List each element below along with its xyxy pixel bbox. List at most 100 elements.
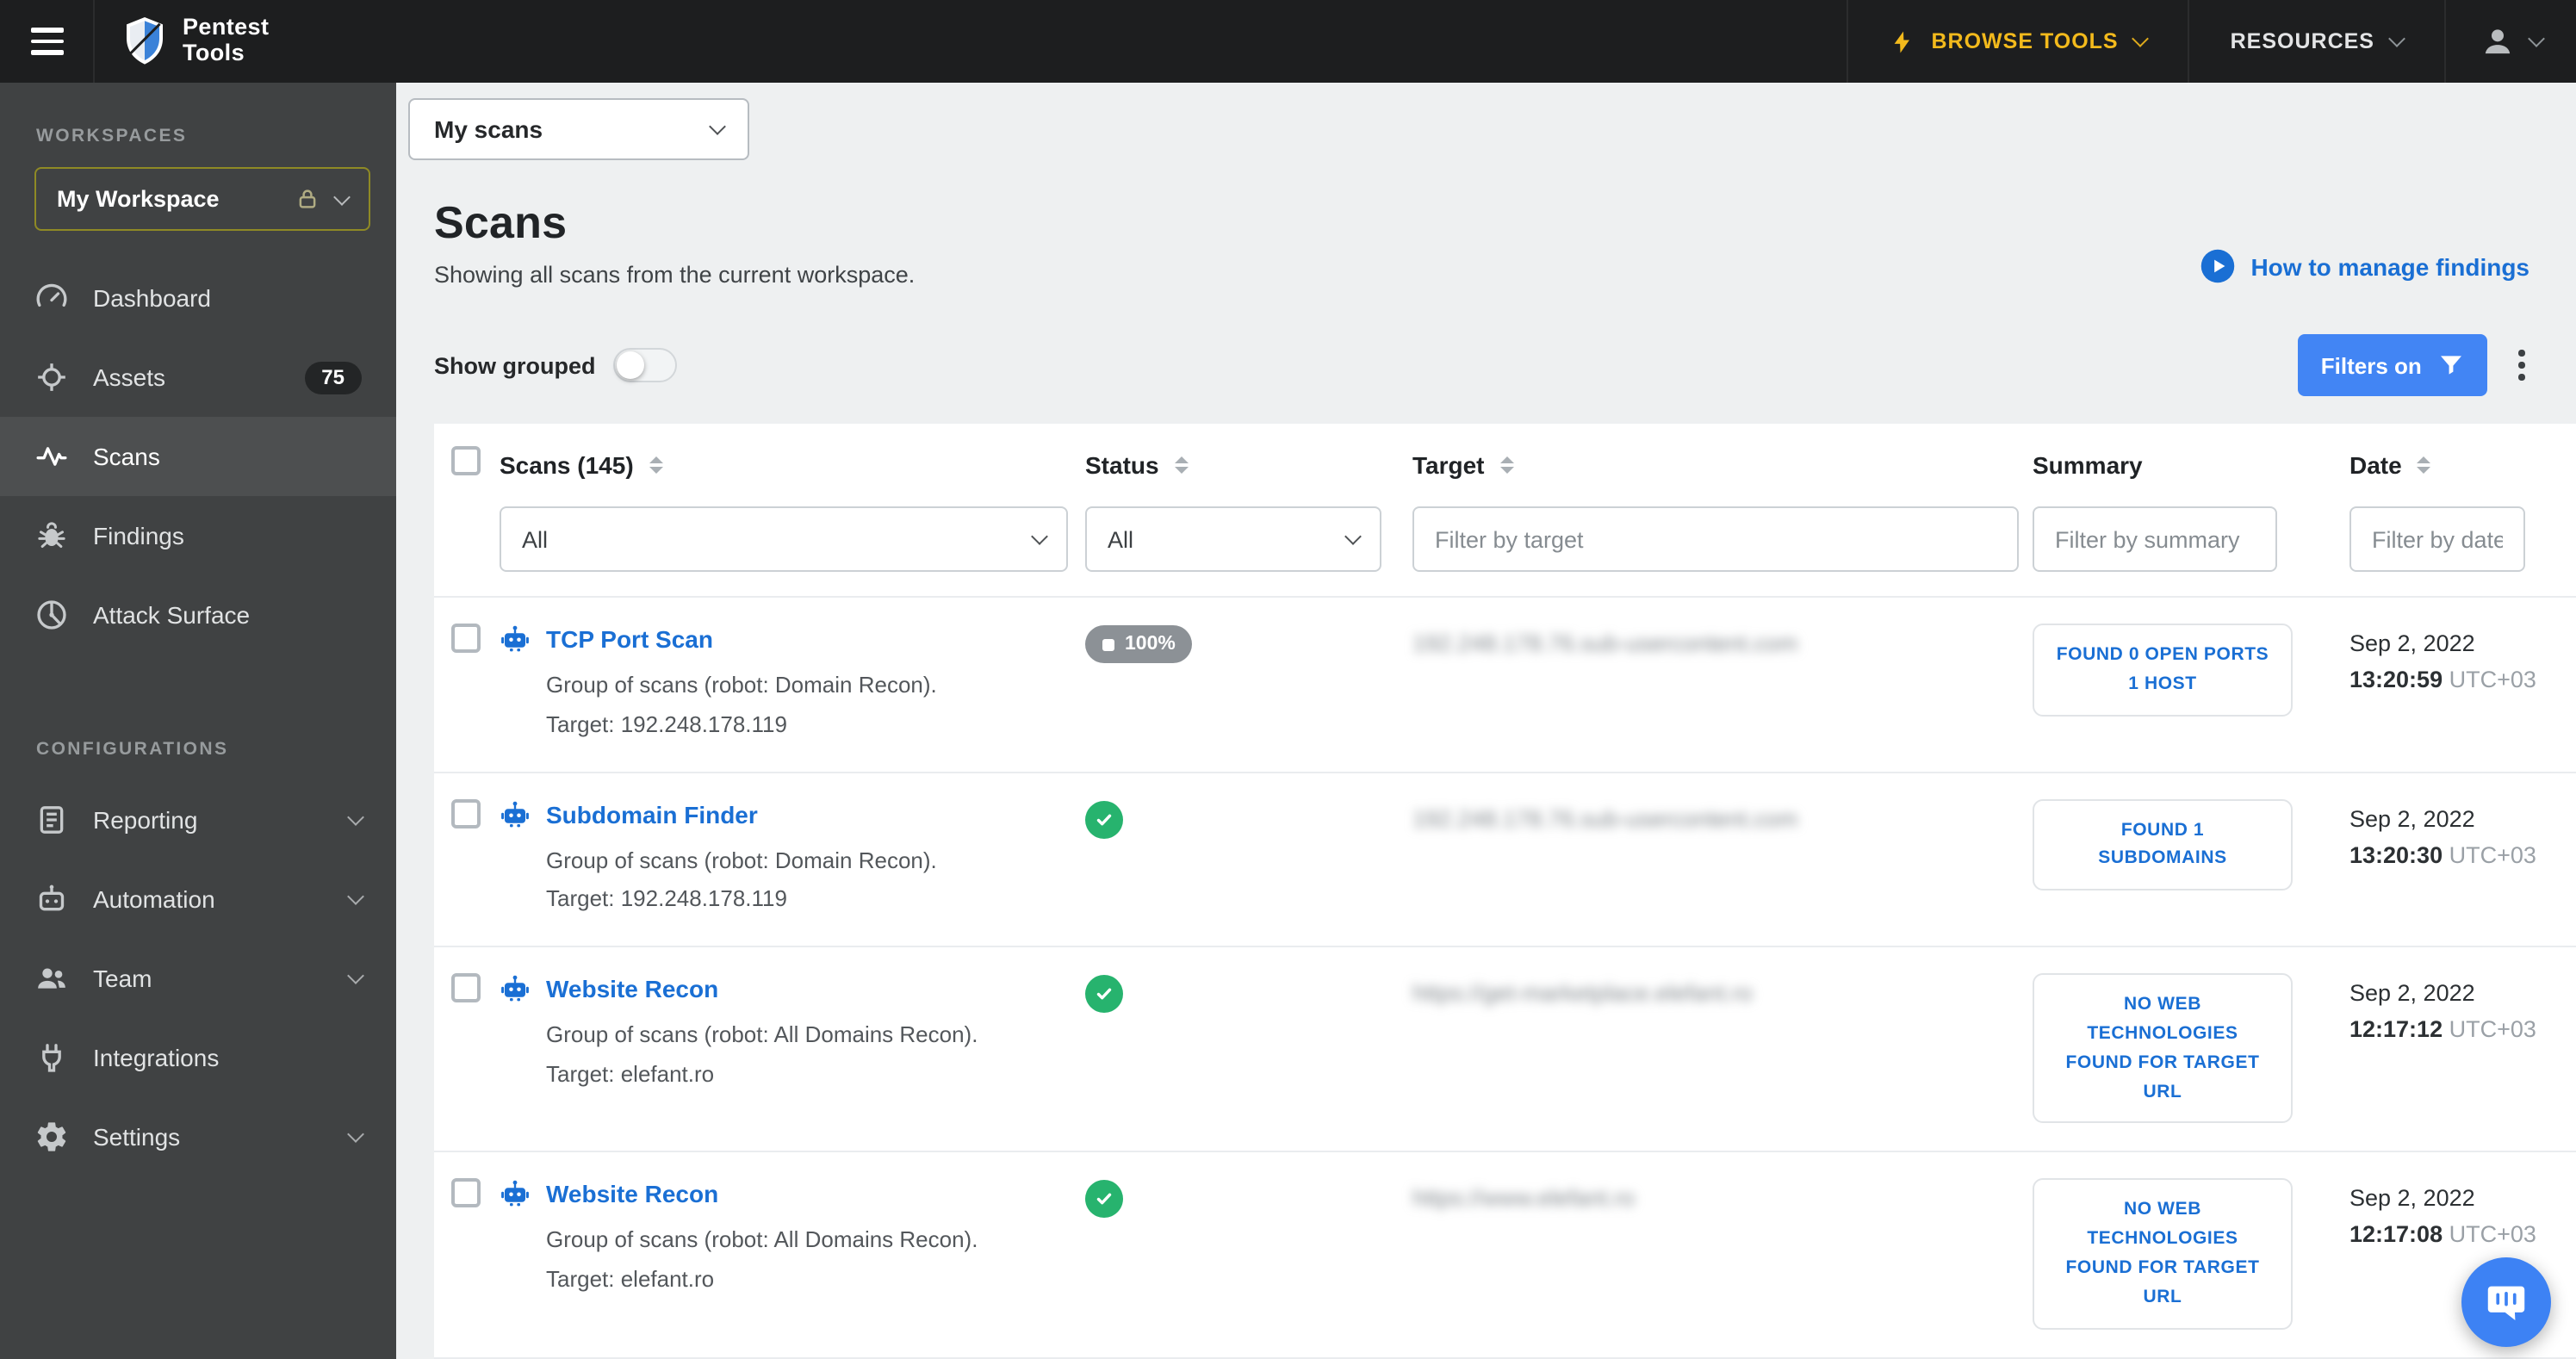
how-to-manage-findings-link[interactable]: How to manage findings <box>2199 248 2529 284</box>
scan-type-filter-value: All <box>522 526 549 552</box>
summary-filter-input[interactable] <box>2033 506 2277 572</box>
status-filter-select[interactable]: All <box>1085 506 1381 572</box>
shield-logo-icon <box>127 17 163 65</box>
scan-scope-dropdown[interactable]: My scans <box>408 98 749 160</box>
sidebar-item-settings[interactable]: Settings <box>0 1097 396 1176</box>
time-text: 12:17:08 <box>2349 1221 2443 1248</box>
scans-table: Scans (145) Status Target Summary Date A… <box>434 424 2576 1359</box>
scan-name-link[interactable]: Website Recon <box>546 975 718 1002</box>
check-icon <box>1096 1194 1112 1206</box>
sidebar-item-findings[interactable]: Findings <box>0 496 396 575</box>
filters-button-label: Filters on <box>2320 352 2422 378</box>
hamburger-menu-icon[interactable] <box>0 0 95 83</box>
report-icon <box>40 806 64 834</box>
account-menu[interactable] <box>2443 0 2576 83</box>
sort-icon <box>2417 456 2431 475</box>
summary-box: NO WEB TECHNOLOGIES FOUND FOR TARGET URL <box>2033 1178 2293 1330</box>
chevron-down-icon <box>2387 30 2405 47</box>
scan-description: Group of scans (robot: All Domains Recon… <box>546 1021 978 1048</box>
chevron-down-icon <box>2527 30 2544 47</box>
column-header-target[interactable]: Target <box>1412 451 2033 479</box>
column-header-scans[interactable]: Scans (145) <box>500 451 1085 479</box>
check-icon <box>1096 988 1112 1000</box>
chevron-down-icon <box>347 809 364 826</box>
row-checkbox[interactable] <box>451 624 481 653</box>
sidebar-item-attack-surface[interactable]: Attack Surface <box>0 575 396 655</box>
stop-square-icon <box>1102 638 1114 650</box>
sidebar-item-team[interactable]: Team <box>0 939 396 1018</box>
app: Pentest Tools BROWSE TOOLS RESOURCES WOR… <box>0 0 2576 1359</box>
status-success-badge <box>1085 800 1123 839</box>
select-all-checkbox[interactable] <box>451 446 481 475</box>
sort-icon <box>1499 456 1514 475</box>
summary-box: NO WEB TECHNOLOGIES FOUND FOR TARGET URL <box>2033 973 2293 1124</box>
robot-group-icon <box>501 800 529 827</box>
scan-target-line: Target: elefant.ro <box>546 1060 715 1087</box>
date-text: Sep 2, 2022 <box>2349 1185 2475 1212</box>
show-grouped-toggle[interactable] <box>612 348 677 382</box>
sidebar-item-label: Attack Surface <box>93 601 251 629</box>
radar-icon <box>37 600 66 630</box>
robot-icon <box>39 884 65 911</box>
chevron-down-icon <box>1031 528 1048 545</box>
sort-icon <box>649 456 663 475</box>
sidebar-item-assets[interactable]: Assets 75 <box>0 338 396 417</box>
sidebar-item-reporting[interactable]: Reporting <box>0 780 396 859</box>
column-header-status[interactable]: Status <box>1085 451 1412 479</box>
workspace-selector[interactable]: My Workspace <box>34 167 370 231</box>
scan-target-line: Target: 192.248.178.119 <box>546 885 787 912</box>
page-title: Scans <box>434 196 568 248</box>
scan-target-line: Target: 192.248.178.119 <box>546 711 787 737</box>
plug-icon <box>42 1044 61 1072</box>
time-text: 13:20:30 <box>2349 841 2443 868</box>
robot-group-icon <box>501 1181 529 1207</box>
chat-widget-button[interactable] <box>2461 1257 2550 1347</box>
assets-count-badge: 75 <box>304 361 362 394</box>
timezone-text: UTC+03 <box>2449 1221 2536 1248</box>
column-header-label: Target <box>1412 451 1485 479</box>
team-icon <box>38 968 65 989</box>
column-header-label: Status <box>1085 451 1159 479</box>
resources-menu[interactable]: RESOURCES <box>2187 0 2443 83</box>
sidebar-item-label: Team <box>93 965 152 992</box>
date-filter-input[interactable] <box>2349 506 2525 572</box>
scan-type-filter-select[interactable]: All <box>500 506 1068 572</box>
scan-name-link[interactable]: Website Recon <box>546 1181 718 1208</box>
timezone-text: UTC+03 <box>2449 841 2536 868</box>
target-filter-input[interactable] <box>1412 506 2019 572</box>
sidebar-item-label: Automation <box>93 885 215 913</box>
column-header-date[interactable]: Date <box>2349 451 2576 479</box>
pulse-icon <box>36 447 67 466</box>
sidebar-item-label: Findings <box>93 522 184 549</box>
logo-text: Pentest Tools <box>183 14 270 65</box>
browse-tools-menu[interactable]: BROWSE TOOLS <box>1847 0 2188 83</box>
more-options-icon[interactable] <box>2511 342 2531 388</box>
row-checkbox[interactable] <box>451 1178 481 1208</box>
status-success-badge <box>1085 1180 1123 1219</box>
row-checkbox[interactable] <box>451 798 481 828</box>
row-checkbox[interactable] <box>451 973 481 1003</box>
sidebar-item-label: Reporting <box>93 806 198 834</box>
logo[interactable]: Pentest Tools <box>95 0 296 83</box>
table-row: Website Recon Group of scans (robot: All… <box>434 1151 2576 1356</box>
timezone-text: UTC+03 <box>2449 1016 2536 1043</box>
filters-button[interactable]: Filters on <box>2298 334 2487 396</box>
sidebar-item-automation[interactable]: Automation <box>0 859 396 939</box>
time-text: 13:20:59 <box>2349 666 2443 692</box>
time-text: 12:17:12 <box>2349 1016 2443 1043</box>
scan-description: Group of scans (robot: Domain Recon). <box>546 672 937 698</box>
target-redacted-text: https://get-marketplace.elefant.ro <box>1412 980 1753 1007</box>
table-row: TCP Port Scan Group of scans (robot: Dom… <box>434 596 2576 771</box>
date-text: Sep 2, 2022 <box>2349 630 2475 656</box>
sort-icon <box>1174 456 1189 475</box>
sidebar-item-integrations[interactable]: Integrations <box>0 1018 396 1097</box>
target-redacted-text: 192.248.178.76.sub-usercontent.com <box>1412 805 1798 832</box>
workspace-name: My Workspace <box>57 186 220 212</box>
scan-name-link[interactable]: TCP Port Scan <box>546 625 713 653</box>
date-cell: Sep 2, 2022 12:17:12 UTC+03 <box>2349 977 2576 1049</box>
chevron-down-icon <box>347 888 364 905</box>
sidebar-item-scans[interactable]: Scans <box>0 417 396 496</box>
lock-icon <box>299 189 316 208</box>
scan-name-link[interactable]: Subdomain Finder <box>546 800 758 828</box>
sidebar-item-dashboard[interactable]: Dashboard <box>0 258 396 338</box>
